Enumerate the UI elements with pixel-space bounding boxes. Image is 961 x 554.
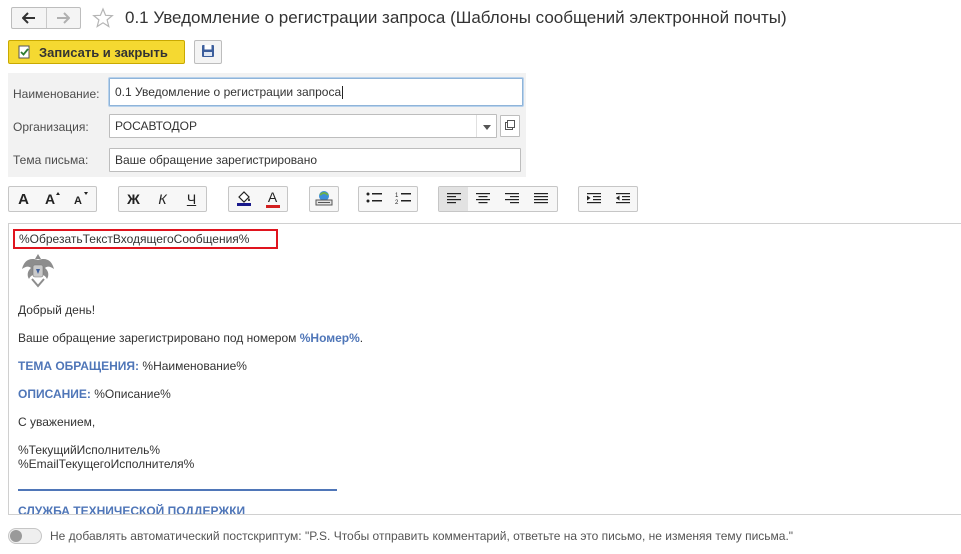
numbered-list-button[interactable]: 12 (388, 187, 417, 211)
coat-of-arms-icon (19, 251, 57, 289)
navigation-buttons (11, 7, 81, 29)
insert-picture-icon (315, 190, 333, 209)
document-save-icon (17, 45, 31, 59)
open-in-new-icon (505, 119, 515, 133)
title-bar: 0.1 Уведомление о регистрации запроса (Ш… (0, 0, 961, 36)
message-editor[interactable]: %ОбрезатьТекстВходящегоСообщения% Добрый… (8, 223, 961, 515)
align-right-button[interactable] (497, 187, 526, 211)
chevron-down-icon (482, 119, 491, 133)
paint-bucket-icon (236, 190, 252, 209)
save-and-close-label: Записать и закрыть (39, 44, 168, 60)
topic-macro: %Наименование% (139, 359, 247, 373)
executor-email-macro: %EmailТекущегоИсполнителя% (18, 457, 195, 471)
font-a-label: A (18, 190, 29, 208)
back-button[interactable] (12, 8, 46, 28)
font-color-icon: A (265, 190, 280, 208)
insert-image-group (309, 186, 339, 212)
background-color-button[interactable] (229, 187, 258, 211)
font-color-button[interactable]: A (258, 187, 287, 211)
form-panel: Наименование: 0.1 Уведомление о регистра… (8, 73, 526, 177)
organization-field[interactable]: РОСАВТОДОР (109, 114, 497, 138)
align-justify-icon (533, 191, 548, 207)
page-title: 0.1 Уведомление о регистрации запроса (Ш… (125, 8, 787, 27)
decrease-indent-button[interactable] (608, 187, 637, 211)
subject-field[interactable]: Ваше обращение зарегистрировано (109, 148, 521, 172)
description-macro: %Описание% (90, 387, 171, 401)
text-style-group: Ж К Ч (118, 186, 207, 212)
indent-group (578, 186, 638, 212)
alignment-group (438, 186, 558, 212)
svg-text:1: 1 (395, 193, 399, 199)
arrow-right-icon (56, 12, 71, 24)
floppy-disk-icon (201, 44, 215, 61)
svg-text:2: 2 (395, 200, 399, 205)
font-size-group: A A A (8, 186, 97, 212)
topic-label: ТЕМА ОБРАЩЕНИЯ: (18, 359, 140, 373)
bold-button[interactable]: Ж (119, 187, 148, 211)
favorite-button[interactable] (92, 7, 114, 29)
description-line: ОПИСАНИЕ: %Описание% (18, 387, 171, 401)
toggle-knob (10, 530, 22, 542)
list-group: 12 (358, 186, 418, 212)
trim-macro-text: %ОбрезатьТекстВходящегоСообщения% (19, 232, 250, 246)
trim-macro-highlight: %ОбрезатьТекстВходящегоСообщения% (13, 229, 278, 249)
postscript-option: Не добавлять автоматический постскриптум… (8, 527, 793, 545)
organization-open-button[interactable] (500, 115, 520, 137)
registration-line: Ваше обращение зарегистрировано под номе… (18, 331, 364, 345)
number-macro: %Номер% (299, 331, 360, 345)
name-value: 0.1 Уведомление о регистрации запроса (115, 85, 342, 99)
topic-line: ТЕМА ОБРАЩЕНИЯ: %Наименование% (18, 359, 247, 373)
bulleted-list-button[interactable] (359, 187, 388, 211)
star-icon (92, 7, 114, 32)
font-increase-icon: A (45, 191, 61, 208)
increase-indent-button[interactable] (579, 187, 608, 211)
signature-divider (18, 489, 337, 491)
decrease-font-button[interactable]: A (67, 187, 96, 211)
svg-text:A: A (74, 195, 82, 205)
font-decrease-icon: A (74, 191, 90, 208)
save-and-close-button[interactable]: Записать и закрыть (8, 40, 185, 64)
italic-button[interactable]: К (148, 187, 177, 211)
regards-text: С уважением, (18, 415, 96, 429)
align-justify-button[interactable] (526, 187, 555, 211)
arrow-left-icon (21, 12, 36, 24)
insert-image-button[interactable] (310, 187, 338, 211)
numbered-list-icon: 12 (395, 191, 411, 208)
font-button[interactable]: A (9, 187, 38, 211)
description-label: ОПИСАНИЕ: (18, 387, 91, 401)
support-heading: СЛУЖБА ТЕХНИЧЕСКОЙ ПОДДЕРЖКИ (18, 504, 246, 515)
align-left-icon (446, 191, 461, 207)
align-left-button[interactable] (439, 187, 468, 211)
subject-value: Ваше обращение зарегистрировано (115, 153, 317, 167)
text-cursor (342, 85, 344, 99)
organization-label: Организация: (13, 120, 89, 134)
align-right-icon (504, 191, 519, 207)
color-group: A (228, 186, 288, 212)
organization-value: РОСАВТОДОР (115, 119, 198, 133)
postscript-label: Не добавлять автоматический постскриптум… (50, 529, 794, 543)
executor-macro: %ТекущийИсполнитель% (18, 443, 161, 457)
indent-increase-icon (586, 191, 601, 207)
forward-button[interactable] (45, 8, 81, 28)
align-center-button[interactable] (468, 187, 497, 211)
organization-dropdown-button[interactable] (476, 115, 496, 137)
name-label: Наименование: (13, 87, 100, 101)
bulleted-list-icon (366, 191, 382, 208)
svg-text:A: A (45, 191, 55, 205)
save-button[interactable] (194, 40, 222, 64)
underline-button[interactable]: Ч (177, 187, 206, 211)
indent-decrease-icon (615, 191, 630, 207)
increase-font-button[interactable]: A (38, 187, 67, 211)
postscript-toggle[interactable] (8, 528, 42, 544)
align-center-icon (475, 191, 490, 207)
name-field[interactable]: 0.1 Уведомление о регистрации запроса (109, 78, 523, 106)
subject-label: Тема письма: (13, 153, 89, 167)
greeting-text: Добрый день! (18, 303, 96, 317)
